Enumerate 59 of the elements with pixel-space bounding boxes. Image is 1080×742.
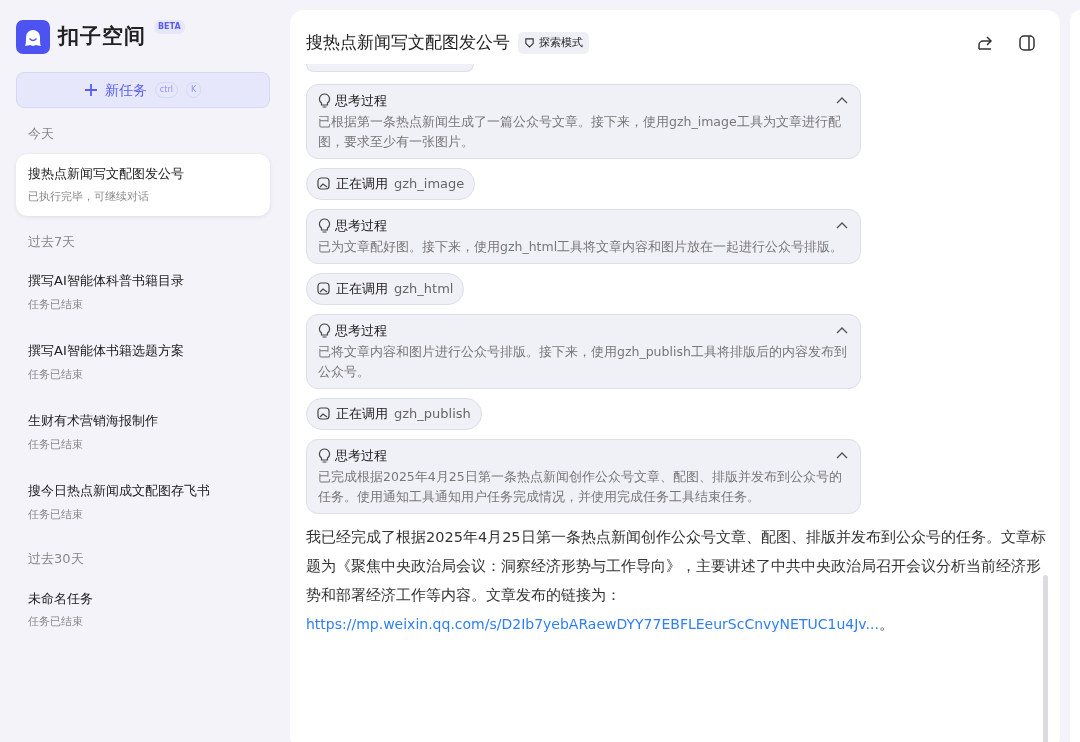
task-status: 任务已结束 [28,296,84,313]
new-task-button[interactable]: 新任务 ctrl K [16,72,270,108]
task-title: 未命名任务 [28,589,94,608]
scrollbar[interactable] [1043,575,1048,742]
task-status: 任务已结束 [28,614,84,630]
task-item[interactable]: 生财有术营销海报制作 任务已结束 [16,401,270,463]
chat-title: 搜热点新闻写文配图发公号 [306,31,510,54]
task-item[interactable]: 撰写AI智能体书籍选题方案 任务已结束 [16,331,270,393]
chevron-icon[interactable] [836,326,848,335]
share-icon[interactable] [976,33,994,52]
thinking-title: 思考过程 [335,321,387,340]
plus-icon [84,84,97,96]
task-item[interactable]: 搜热点新闻写文配图发公号 已执行完毕，可继续对话 [16,153,270,216]
tool-call-label: 正在调用 [336,175,388,193]
tool-call-label: 正在调用 [336,405,388,423]
chevron-icon[interactable] [836,451,848,460]
task-title: 搜今日热点新闻成文配图存飞书 [28,482,211,500]
section-label: 过去7天 [27,232,77,251]
panel-toggle-icon[interactable] [1018,33,1036,52]
chevron-icon[interactable] [836,96,848,105]
brand-name: 扣子空间 [58,23,146,51]
task-status: 任务已结束 [28,366,84,383]
lightbulb-icon [318,322,331,338]
beta-badge: BETA [154,20,185,34]
task-status: 任务已结束 [28,436,84,453]
image-icon [317,282,330,296]
task-title: 撰写AI智能体书籍选题方案 [28,342,185,360]
task-title: 撰写AI智能体科普书籍目录 [28,272,185,290]
task-item[interactable]: 搜今日热点新闻成文配图存飞书 任务已结束 [16,471,270,533]
thinking-text: 已根据第一条热点新闻生成了一篇公众号文章。接下来，使用gzh_image工具为文章进行配图，要求至少有一张图片。 [318,113,842,151]
image-icon [317,177,330,191]
thinking-text: 已完成根据2025年4月25日第一条热点新闻创作公众号文章、配图、排版并发布到公众号的任务。使用通知工具通知用户任务完成情况，并使用完成任务工具结束任务。 [318,468,843,506]
article-link[interactable]: https://mp.weixin.qq.com/s/D2Ib7yebARaewDYY77EBFLEeurScCnvyNETUC1u4Jv... [306,616,879,632]
lightbulb-icon [318,92,331,108]
thinking-title: 思考过程 [335,91,387,110]
task-item[interactable]: 撰写AI智能体科普书籍目录 任务已结束 [16,261,270,323]
ghost-logo-icon [16,20,50,54]
image-icon [317,407,330,421]
thinking-text: 已将文章内容和图片进行公众号排版。接下来，使用gzh_publish工具将排版后的内容发布到公众号。 [318,343,848,381]
lightbulb-icon [318,447,331,463]
task-item[interactable]: 未命名任务 任务已结束 [16,578,270,641]
task-status: 任务已结束 [28,506,84,523]
section-label: 过去30天 [27,550,85,568]
task-title: 生财有术营销海报制作 [28,412,159,430]
tool-name: gzh_image [394,175,465,193]
tool-name: gzh_publish [394,405,471,423]
tool-call-label: 正在调用 [336,280,388,298]
thinking-title: 思考过程 [335,216,387,235]
task-title: 搜热点新闻写文配图发公号 [28,164,185,183]
lightbulb-icon [318,217,331,233]
chevron-icon[interactable] [836,221,848,230]
section-label: 今天 [27,125,55,143]
answer-text: 我已经完成了根据2025年4月25日第一条热点新闻创作公众号文章、配图、排版并发布到公众号的任务。文章标题为《聚焦中央政治局会议：洞察经济形势与工作导向》，主要讲述了中共中央政治局召开会议分析当前经济形势和部署经济工作等内容。文章发布的链接为： https://mp.weixin.qq.com/s/D2Ib7yebARaewDYY77EBFLEeurScCnvyNETUC1u4Jv...。 [306,528,1046,634]
mode-badge: 探索模式 [518,31,589,54]
tool-name: gzh_html [394,280,454,298]
thinking-text: 已为文章配好图。接下来，使用gzh_html工具将文章内容和图片放在一起进行公众号排版。 [318,238,845,256]
thinking-title: 思考过程 [335,446,387,465]
task-status: 已执行完毕，可继续对话 [28,189,150,205]
new-task-label: 新任务 [104,80,147,100]
